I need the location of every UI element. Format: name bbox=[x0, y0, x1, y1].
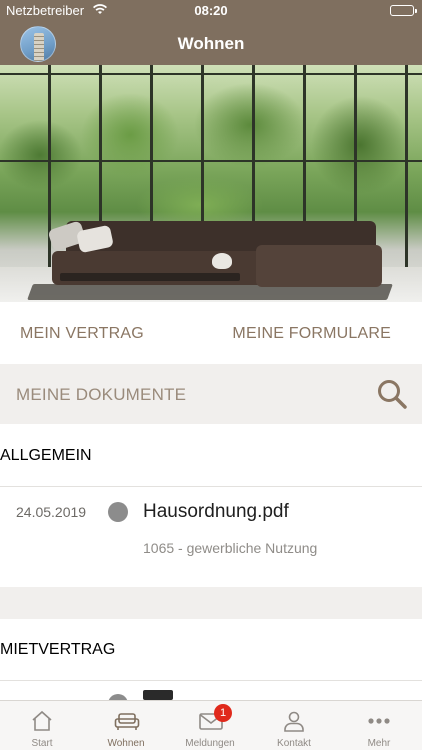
section-title: ALLGEMEIN bbox=[0, 447, 92, 464]
tab-label: Meldungen bbox=[185, 738, 235, 749]
page-title: Wohnen bbox=[177, 34, 245, 53]
document-name[interactable]: Hausordnung.pdf bbox=[143, 501, 289, 523]
sofa-icon bbox=[114, 713, 140, 730]
document-subtitle: 1065 - gewerbliche Nutzung bbox=[143, 540, 318, 556]
section-mietvertrag bbox=[0, 619, 422, 700]
divider bbox=[0, 680, 422, 681]
tab-label: Start bbox=[31, 738, 53, 749]
section-title: MIETVERTRAG bbox=[0, 641, 116, 658]
notification-badge: 1 bbox=[214, 704, 232, 722]
divider bbox=[0, 486, 422, 487]
my-contract-link[interactable]: MEIN VERTRAG bbox=[20, 325, 144, 343]
clock: 08:20 bbox=[194, 3, 228, 18]
home-icon bbox=[32, 710, 52, 731]
tab-start[interactable]: Start bbox=[0, 701, 84, 750]
more-icon bbox=[368, 718, 390, 724]
list-item-partial bbox=[143, 690, 173, 700]
tab-wohnen[interactable]: Wohnen bbox=[84, 701, 168, 750]
tab-label: Kontakt bbox=[277, 738, 311, 749]
status-bar: Netzbetreiber 08:20 bbox=[0, 0, 422, 22]
tab-label: Wohnen bbox=[107, 738, 145, 749]
tab-meldungen[interactable]: 1 Meldungen bbox=[168, 701, 252, 750]
status-dot-icon bbox=[108, 502, 128, 522]
tab-label: Mehr bbox=[367, 738, 391, 749]
hero-image bbox=[0, 65, 422, 302]
my-forms-link[interactable]: MEINE FORMULARE bbox=[232, 325, 391, 343]
battery-icon bbox=[390, 5, 417, 16]
documents-search-header[interactable]: MEINE DOKUMENTE bbox=[0, 364, 422, 424]
action-bar: MEIN VERTRAG MEINE FORMULARE bbox=[0, 302, 422, 364]
tab-mehr[interactable]: Mehr bbox=[336, 701, 422, 750]
tab-kontakt[interactable]: Kontakt bbox=[252, 701, 336, 750]
tab-bar: Start Wohnen 1 Meldungen Kontakt Mehr bbox=[0, 700, 422, 750]
search-icon[interactable] bbox=[376, 378, 408, 410]
documents-heading: MEINE DOKUMENTE bbox=[16, 385, 187, 404]
person-icon bbox=[284, 711, 304, 732]
section-gap bbox=[0, 587, 422, 619]
navigation-bar: Wohnen bbox=[0, 22, 422, 65]
document-date: 24.05.2019 bbox=[16, 504, 87, 520]
